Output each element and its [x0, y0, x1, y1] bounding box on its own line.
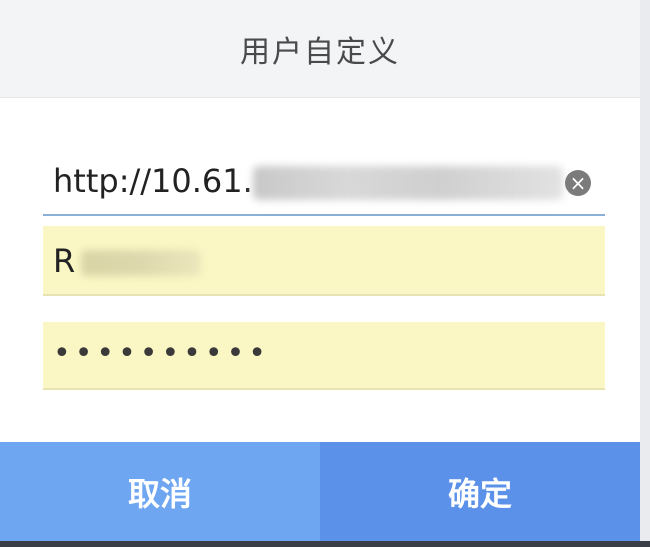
dialog-header: 用户自定义	[0, 0, 640, 98]
username-redacted-region	[81, 250, 201, 276]
confirm-button[interactable]: 确定	[320, 442, 640, 541]
dialog-button-row: 取消 确定	[0, 442, 640, 541]
url-redacted-region	[253, 166, 563, 200]
password-dots: ••••••••••	[53, 336, 270, 371]
dialog-title: 用户自定义	[240, 34, 400, 70]
username-value: R	[53, 242, 76, 280]
url-input[interactable]: http://10.61. ×	[43, 150, 605, 216]
username-input[interactable]: R	[43, 226, 605, 296]
custom-dialog: 用户自定义 http://10.61. × R •••••••••• 取消 确定	[0, 0, 640, 541]
url-value: http://10.61.	[53, 162, 253, 200]
background-edge-bottom	[0, 541, 650, 547]
password-input[interactable]: ••••••••••	[43, 322, 605, 390]
clear-icon[interactable]: ×	[565, 170, 591, 196]
background-edge-right	[640, 0, 650, 547]
cancel-button[interactable]: 取消	[0, 442, 320, 541]
